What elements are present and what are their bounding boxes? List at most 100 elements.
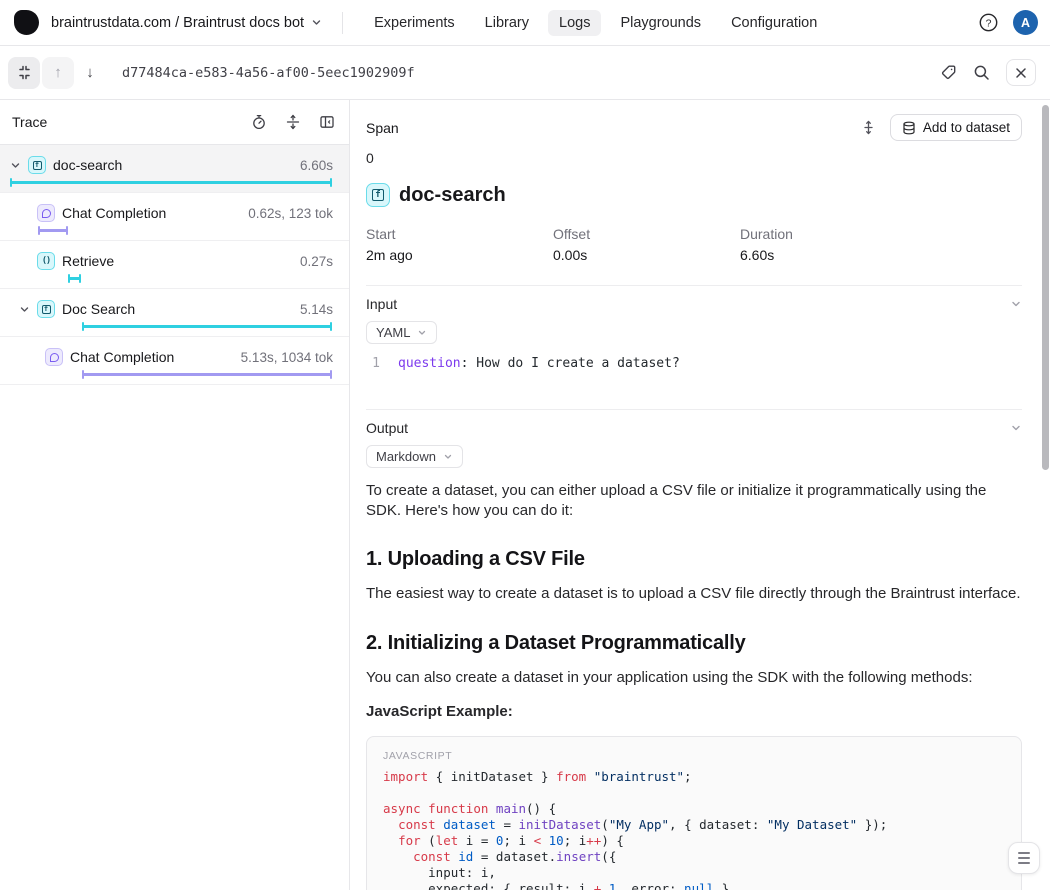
input-section-label: Input bbox=[366, 296, 397, 312]
span-panel-title: Span bbox=[366, 120, 399, 136]
chevron-down-icon bbox=[443, 452, 453, 462]
code-language-label: JAVASCRIPT bbox=[383, 750, 1005, 762]
span-type-icon: f bbox=[37, 300, 55, 318]
output-format-value: Markdown bbox=[376, 449, 436, 464]
chat-bubble-icon bbox=[50, 353, 59, 362]
nav-item-logs[interactable]: Logs bbox=[548, 10, 601, 36]
chevron-down-icon[interactable] bbox=[10, 160, 21, 171]
expand-trace-button[interactable] bbox=[8, 57, 40, 89]
collapse-input-icon[interactable] bbox=[1010, 298, 1022, 310]
trace-row-chat-completion[interactable]: Chat Completion0.62s, 123 tok bbox=[0, 193, 349, 241]
span-type-icon: () bbox=[37, 252, 55, 270]
close-trace-button[interactable] bbox=[1006, 59, 1036, 86]
output-section: Output Markdown To create a dataset, you… bbox=[366, 409, 1022, 890]
meta-offset: Offset 0.00s bbox=[553, 226, 740, 263]
input-format-select[interactable]: YAML bbox=[366, 321, 437, 344]
meta-value: 0.00s bbox=[553, 247, 740, 263]
input-code[interactable]: 1 question: How do I create a dataset? bbox=[366, 356, 1022, 387]
close-icon bbox=[1015, 67, 1027, 79]
arrow-up-icon: ↑ bbox=[54, 65, 62, 80]
trace-row-label: Chat Completion bbox=[70, 349, 174, 365]
span-title-row: f doc-search bbox=[366, 183, 1022, 207]
trace-row-doc-search[interactable]: fdoc-search6.60s bbox=[0, 145, 349, 193]
arrow-down-icon: ↓ bbox=[86, 65, 94, 80]
markdown-heading-2: 2. Initializing a Dataset Programmatical… bbox=[366, 632, 1022, 655]
braintrust-logo[interactable] bbox=[14, 10, 39, 35]
next-span-button[interactable]: ↓ bbox=[74, 57, 106, 89]
meta-start: Start 2m ago bbox=[366, 226, 553, 263]
collapse-arrows-icon bbox=[17, 65, 32, 80]
markdown-paragraph: You can also create a dataset in your ap… bbox=[366, 668, 1022, 688]
input-format-value: YAML bbox=[376, 325, 410, 340]
markdown-paragraph: To create a dataset, you can either uplo… bbox=[366, 481, 1022, 520]
project-switcher[interactable]: braintrustdata.com / Braintrust docs bot bbox=[51, 15, 322, 31]
trace-row-chat-completion[interactable]: Chat Completion 5.13s, 1034 tok bbox=[0, 337, 349, 385]
meta-value: 2m ago bbox=[366, 247, 553, 263]
nav-item-library[interactable]: Library bbox=[474, 10, 540, 36]
svg-text:?: ? bbox=[986, 17, 992, 29]
search-icon[interactable] bbox=[973, 64, 990, 81]
help-icon[interactable]: ? bbox=[978, 12, 999, 33]
align-spans-icon[interactable] bbox=[285, 114, 301, 130]
tag-icon[interactable] bbox=[940, 64, 957, 81]
timer-icon[interactable] bbox=[251, 114, 267, 130]
trace-panel-title: Trace bbox=[12, 114, 47, 130]
trace-row-label: Retrieve bbox=[62, 253, 114, 269]
braintrust-logs-page: braintrustdata.com / Braintrust docs bot… bbox=[0, 0, 1050, 890]
code-content[interactable]: import { initDataset } from "braintrust"… bbox=[383, 769, 1005, 890]
avatar-initial: A bbox=[1021, 16, 1030, 30]
collapse-output-icon[interactable] bbox=[1010, 422, 1022, 434]
meta-label: Offset bbox=[553, 226, 740, 242]
trace-row-duration: 6.60s bbox=[300, 158, 333, 173]
trace-row-label: Doc Search bbox=[62, 301, 135, 317]
trace-panel-header: Trace bbox=[0, 100, 349, 145]
trace-id: d77484ca-e583-4a56-af00-5eec1902909f bbox=[122, 65, 415, 81]
nav-item-playgrounds[interactable]: Playgrounds bbox=[609, 10, 712, 36]
trace-rows: fdoc-search6.60sChat Completion0.62s, 12… bbox=[0, 145, 349, 385]
chevron-down-icon[interactable] bbox=[19, 304, 30, 315]
brackets-icon: () bbox=[42, 256, 50, 266]
trace-row-timeline bbox=[10, 177, 332, 188]
resize-vertical-icon[interactable] bbox=[861, 120, 876, 135]
trace-row-doc-search[interactable]: fDoc Search5.14s bbox=[0, 289, 349, 337]
add-to-dataset-label: Add to dataset bbox=[923, 120, 1010, 135]
timeline-bar bbox=[10, 181, 332, 184]
function-icon: f bbox=[42, 305, 51, 314]
collapse-panel-icon[interactable] bbox=[319, 114, 335, 130]
outline-toggle-button[interactable] bbox=[1008, 842, 1040, 874]
top-nav-right: ? A bbox=[978, 10, 1038, 35]
chevron-down-icon bbox=[311, 17, 322, 28]
output-markdown: To create a dataset, you can either uplo… bbox=[366, 481, 1022, 890]
trace-row-duration: 5.13s, 1034 tok bbox=[241, 350, 333, 365]
span-panel: Span Add to dataset 0 f doc-search Start… bbox=[350, 100, 1050, 890]
avatar[interactable]: A bbox=[1013, 10, 1038, 35]
span-type-icon: f bbox=[28, 156, 46, 174]
input-section: Input YAML 1 question: How do I create a… bbox=[366, 285, 1022, 387]
main-content: Trace fdoc-search6.60sChat Completion0.6… bbox=[0, 100, 1050, 890]
markdown-paragraph: The easiest way to create a dataset is t… bbox=[366, 584, 1022, 604]
input-code-line: question: How do I create a dataset? bbox=[398, 356, 680, 371]
meta-label: Duration bbox=[740, 226, 1022, 242]
span-panel-header: Span Add to dataset bbox=[366, 114, 1022, 141]
function-icon: f bbox=[33, 161, 42, 170]
trace-row-timeline bbox=[10, 321, 332, 332]
scrollbar-thumb[interactable] bbox=[1042, 105, 1049, 470]
nav-item-experiments[interactable]: Experiments bbox=[363, 10, 466, 36]
trace-toolbar: ↑ ↓ d77484ca-e583-4a56-af00-5eec1902909f bbox=[0, 46, 1050, 100]
nav-item-configuration[interactable]: Configuration bbox=[720, 10, 828, 36]
prev-span-button[interactable]: ↑ bbox=[42, 57, 74, 89]
menu-icon bbox=[1018, 852, 1030, 855]
trace-header-icons bbox=[251, 114, 335, 130]
trace-row-duration: 0.62s, 123 tok bbox=[248, 206, 333, 221]
trace-panel: Trace fdoc-search6.60sChat Completion0.6… bbox=[0, 100, 350, 890]
meta-duration: Duration 6.60s bbox=[740, 226, 1022, 263]
trace-row-timeline bbox=[10, 273, 332, 284]
span-meta: Start 2m ago Offset 0.00s Duration 6.60s bbox=[366, 226, 1022, 263]
add-to-dataset-button[interactable]: Add to dataset bbox=[890, 114, 1022, 141]
toolbar-right bbox=[940, 59, 1036, 86]
chat-bubble-icon bbox=[42, 209, 51, 218]
line-number: 1 bbox=[366, 356, 398, 371]
span-type-icon bbox=[37, 204, 55, 222]
output-format-select[interactable]: Markdown bbox=[366, 445, 463, 468]
trace-row-retrieve[interactable]: ()Retrieve0.27s bbox=[0, 241, 349, 289]
